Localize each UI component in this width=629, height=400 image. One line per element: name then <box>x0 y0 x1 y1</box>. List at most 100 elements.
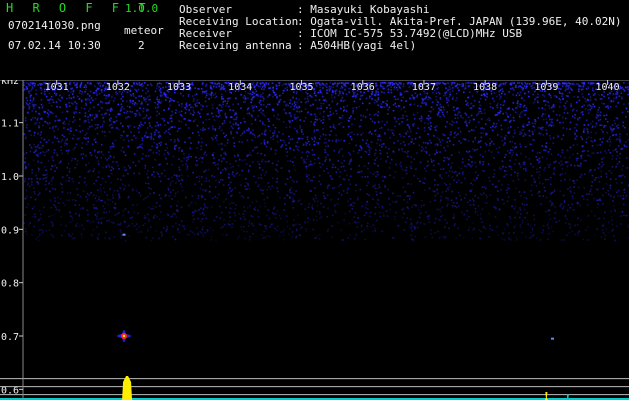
noise-speckle <box>155 129 158 131</box>
noise-speckle <box>321 92 323 95</box>
noise-speckle <box>297 137 300 140</box>
noise-speckle <box>73 112 76 115</box>
noise-speckle <box>200 137 203 140</box>
noise-speckle <box>159 94 162 96</box>
noise-speckle <box>533 139 535 141</box>
noise-speckle <box>389 136 391 139</box>
noise-speckle <box>603 156 605 159</box>
noise-speckle <box>316 129 318 131</box>
noise-speckle <box>435 149 438 152</box>
noise-speckle <box>373 114 376 116</box>
noise-speckle <box>600 98 603 100</box>
noise-speckle <box>519 163 521 166</box>
noise-speckle <box>343 160 346 162</box>
noise-speckle <box>208 185 211 188</box>
noise-speckle <box>197 195 200 197</box>
noise-speckle <box>348 125 350 128</box>
noise-speckle <box>40 103 43 106</box>
noise-speckle <box>616 191 618 194</box>
noise-speckle <box>532 166 535 168</box>
noise-speckle <box>349 136 352 138</box>
noise-speckle <box>305 173 308 176</box>
noise-speckle <box>580 162 582 165</box>
noise-speckle <box>425 169 427 172</box>
noise-speckle <box>47 123 49 125</box>
noise-speckle <box>285 112 287 115</box>
noise-speckle <box>162 86 164 89</box>
noise-speckle <box>549 176 552 179</box>
noise-speckle <box>176 101 179 103</box>
noise-speckle <box>212 229 214 232</box>
noise-speckle <box>54 197 56 200</box>
noise-speckle <box>167 151 169 154</box>
noise-speckle <box>374 130 376 132</box>
noise-speckle <box>135 190 138 192</box>
noise-speckle <box>623 191 626 194</box>
noise-speckle <box>52 236 55 238</box>
noise-speckle <box>592 140 594 143</box>
noise-speckle <box>248 219 251 222</box>
noise-speckle <box>590 136 592 139</box>
noise-speckle <box>472 198 474 200</box>
noise-speckle <box>32 117 34 119</box>
noise-speckle <box>115 93 118 96</box>
noise-speckle <box>283 89 285 92</box>
noise-speckle <box>591 87 594 89</box>
noise-speckle <box>74 101 76 103</box>
noise-speckle <box>519 91 522 94</box>
noise-speckle <box>115 120 118 122</box>
noise-speckle <box>188 109 190 111</box>
noise-speckle <box>355 144 358 147</box>
noise-speckle <box>158 89 161 92</box>
noise-speckle <box>155 206 157 208</box>
noise-speckle <box>446 187 449 190</box>
noise-speckle <box>223 219 225 221</box>
noise-speckle <box>413 98 415 100</box>
noise-speckle <box>542 126 544 129</box>
noise-speckle <box>510 126 512 128</box>
noise-speckle <box>518 82 521 84</box>
noise-speckle <box>127 197 129 199</box>
noise-speckle <box>484 98 487 101</box>
noise-speckle <box>338 123 341 126</box>
noise-speckle <box>182 95 185 97</box>
noise-speckle <box>306 136 309 138</box>
noise-speckle <box>127 125 129 128</box>
noise-speckle <box>338 152 340 154</box>
noise-speckle <box>345 93 348 95</box>
noise-speckle <box>108 94 110 96</box>
noise-speckle <box>462 137 464 140</box>
noise-speckle <box>326 216 328 218</box>
noise-speckle <box>211 82 214 85</box>
noise-speckle <box>97 151 99 154</box>
noise-speckle <box>322 86 324 89</box>
noise-speckle <box>605 152 608 154</box>
noise-speckle <box>38 112 40 115</box>
noise-speckle <box>204 96 207 99</box>
noise-speckle <box>145 92 147 95</box>
noise-speckle <box>202 226 204 228</box>
noise-speckle <box>368 145 370 148</box>
noise-speckle <box>473 129 475 132</box>
noise-speckle <box>379 84 382 86</box>
noise-speckle <box>239 217 242 220</box>
noise-speckle <box>450 84 453 86</box>
noise-speckle <box>621 174 624 176</box>
noise-speckle <box>467 229 470 231</box>
noise-speckle <box>544 167 546 169</box>
noise-speckle <box>569 186 571 189</box>
noise-speckle <box>496 106 499 109</box>
noise-speckle <box>618 136 621 138</box>
noise-speckle <box>346 192 349 194</box>
noise-speckle <box>470 156 473 159</box>
noise-speckle <box>318 107 320 109</box>
noise-speckle <box>309 163 312 166</box>
noise-speckle <box>155 230 158 232</box>
noise-speckle <box>560 88 562 90</box>
noise-speckle <box>598 94 600 96</box>
noise-speckle <box>439 219 441 221</box>
noise-speckle <box>173 140 176 143</box>
noise-speckle <box>58 162 61 164</box>
noise-speckle <box>372 173 375 175</box>
noise-speckle <box>220 109 223 112</box>
